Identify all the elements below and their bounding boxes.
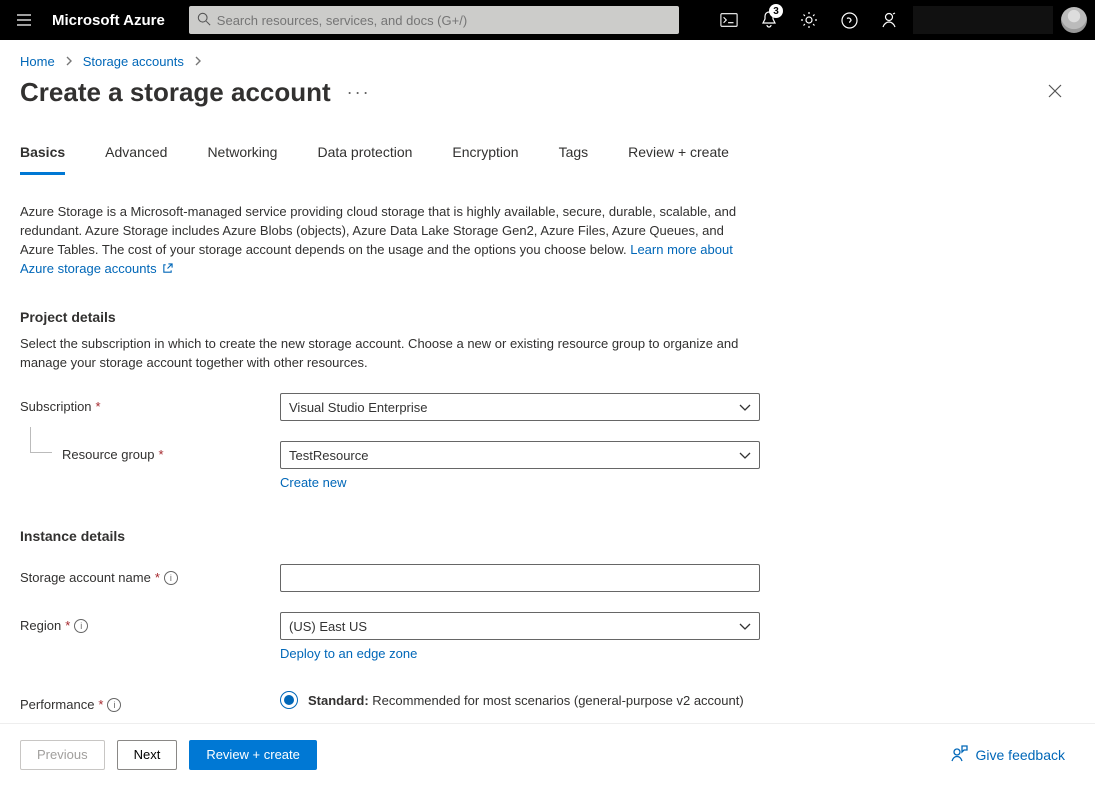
intro-body: Azure Storage is a Microsoft-managed ser…	[20, 204, 736, 257]
subscription-select[interactable]: Visual Studio Enterprise	[280, 393, 760, 421]
tab-encryption[interactable]: Encryption	[452, 138, 518, 175]
deploy-edge-zone-link[interactable]: Deploy to an edge zone	[280, 646, 417, 661]
global-search[interactable]	[189, 6, 679, 34]
tab-tags[interactable]: Tags	[559, 138, 589, 175]
person-feedback-icon	[950, 744, 968, 765]
search-icon	[197, 12, 211, 29]
notifications-badge: 3	[769, 4, 783, 18]
required-marker: *	[98, 697, 103, 712]
account-label	[913, 6, 1053, 34]
search-input[interactable]	[217, 13, 671, 28]
page-header: Create a storage account ···	[0, 73, 1095, 118]
feedback-button[interactable]	[869, 0, 909, 40]
project-details-desc: Select the subscription in which to crea…	[20, 335, 760, 373]
resource-group-select[interactable]: TestResource	[280, 441, 760, 469]
performance-standard-radio[interactable]	[280, 691, 298, 709]
more-actions-button[interactable]: ···	[347, 82, 371, 103]
breadcrumb-home[interactable]: Home	[20, 54, 55, 69]
intro-text: Azure Storage is a Microsoft-managed ser…	[20, 203, 760, 279]
instance-details-heading: Instance details	[20, 528, 1075, 544]
chevron-right-icon	[65, 54, 73, 69]
page-title: Create a storage account	[20, 77, 331, 108]
required-marker: *	[65, 618, 70, 633]
create-new-resource-group-link[interactable]: Create new	[280, 475, 346, 490]
region-label: Region * i	[20, 612, 280, 633]
wizard-footer: Previous Next Review + create Give feedb…	[0, 723, 1095, 785]
top-bar: Microsoft Azure 3	[0, 0, 1095, 40]
region-value: (US) East US	[289, 619, 367, 634]
tab-networking[interactable]: Networking	[207, 138, 277, 175]
info-icon[interactable]: i	[107, 698, 121, 712]
chevron-down-icon	[739, 448, 751, 463]
performance-label: Performance * i	[20, 691, 280, 712]
review-create-button[interactable]: Review + create	[189, 740, 317, 770]
storage-name-field[interactable]	[289, 571, 751, 586]
tab-review-create[interactable]: Review + create	[628, 138, 729, 175]
chevron-right-icon	[194, 54, 202, 69]
next-button[interactable]: Next	[117, 740, 178, 770]
external-link-icon	[162, 261, 173, 280]
content-scroll[interactable]: Basics Advanced Networking Data protecti…	[0, 120, 1095, 723]
settings-button[interactable]	[789, 0, 829, 40]
chevron-down-icon	[739, 400, 751, 415]
resource-group-value: TestResource	[289, 448, 368, 463]
project-details-heading: Project details	[20, 309, 1075, 325]
brand-label[interactable]: Microsoft Azure	[52, 12, 165, 29]
required-marker: *	[96, 399, 101, 414]
storage-name-label: Storage account name * i	[20, 564, 280, 585]
required-marker: *	[155, 570, 160, 585]
info-icon[interactable]: i	[74, 619, 88, 633]
subscription-label: Subscription *	[20, 393, 280, 414]
wizard-tabs: Basics Advanced Networking Data protecti…	[20, 138, 1075, 175]
previous-button[interactable]: Previous	[20, 740, 105, 770]
close-button[interactable]	[1047, 83, 1063, 102]
hamburger-menu-button[interactable]	[8, 12, 40, 28]
tab-advanced[interactable]: Advanced	[105, 138, 167, 175]
subscription-value: Visual Studio Enterprise	[289, 400, 428, 415]
tree-elbow-icon	[30, 427, 52, 453]
tab-basics[interactable]: Basics	[20, 138, 65, 175]
give-feedback-link[interactable]: Give feedback	[950, 744, 1066, 765]
resource-group-label: Resource group *	[20, 441, 280, 462]
chevron-down-icon	[739, 619, 751, 634]
avatar	[1061, 7, 1087, 33]
required-marker: *	[159, 447, 164, 462]
tab-data-protection[interactable]: Data protection	[317, 138, 412, 175]
notifications-button[interactable]: 3	[749, 0, 789, 40]
info-icon[interactable]: i	[164, 571, 178, 585]
performance-standard-label: Standard: Recommended for most scenarios…	[308, 693, 744, 708]
breadcrumb-storage[interactable]: Storage accounts	[83, 54, 184, 69]
storage-name-input[interactable]	[280, 564, 760, 592]
region-select[interactable]: (US) East US	[280, 612, 760, 640]
give-feedback-label: Give feedback	[976, 747, 1066, 763]
account-menu[interactable]	[913, 0, 1087, 40]
cloud-shell-button[interactable]	[709, 0, 749, 40]
breadcrumb: Home Storage accounts	[0, 40, 1095, 73]
help-button[interactable]	[829, 0, 869, 40]
